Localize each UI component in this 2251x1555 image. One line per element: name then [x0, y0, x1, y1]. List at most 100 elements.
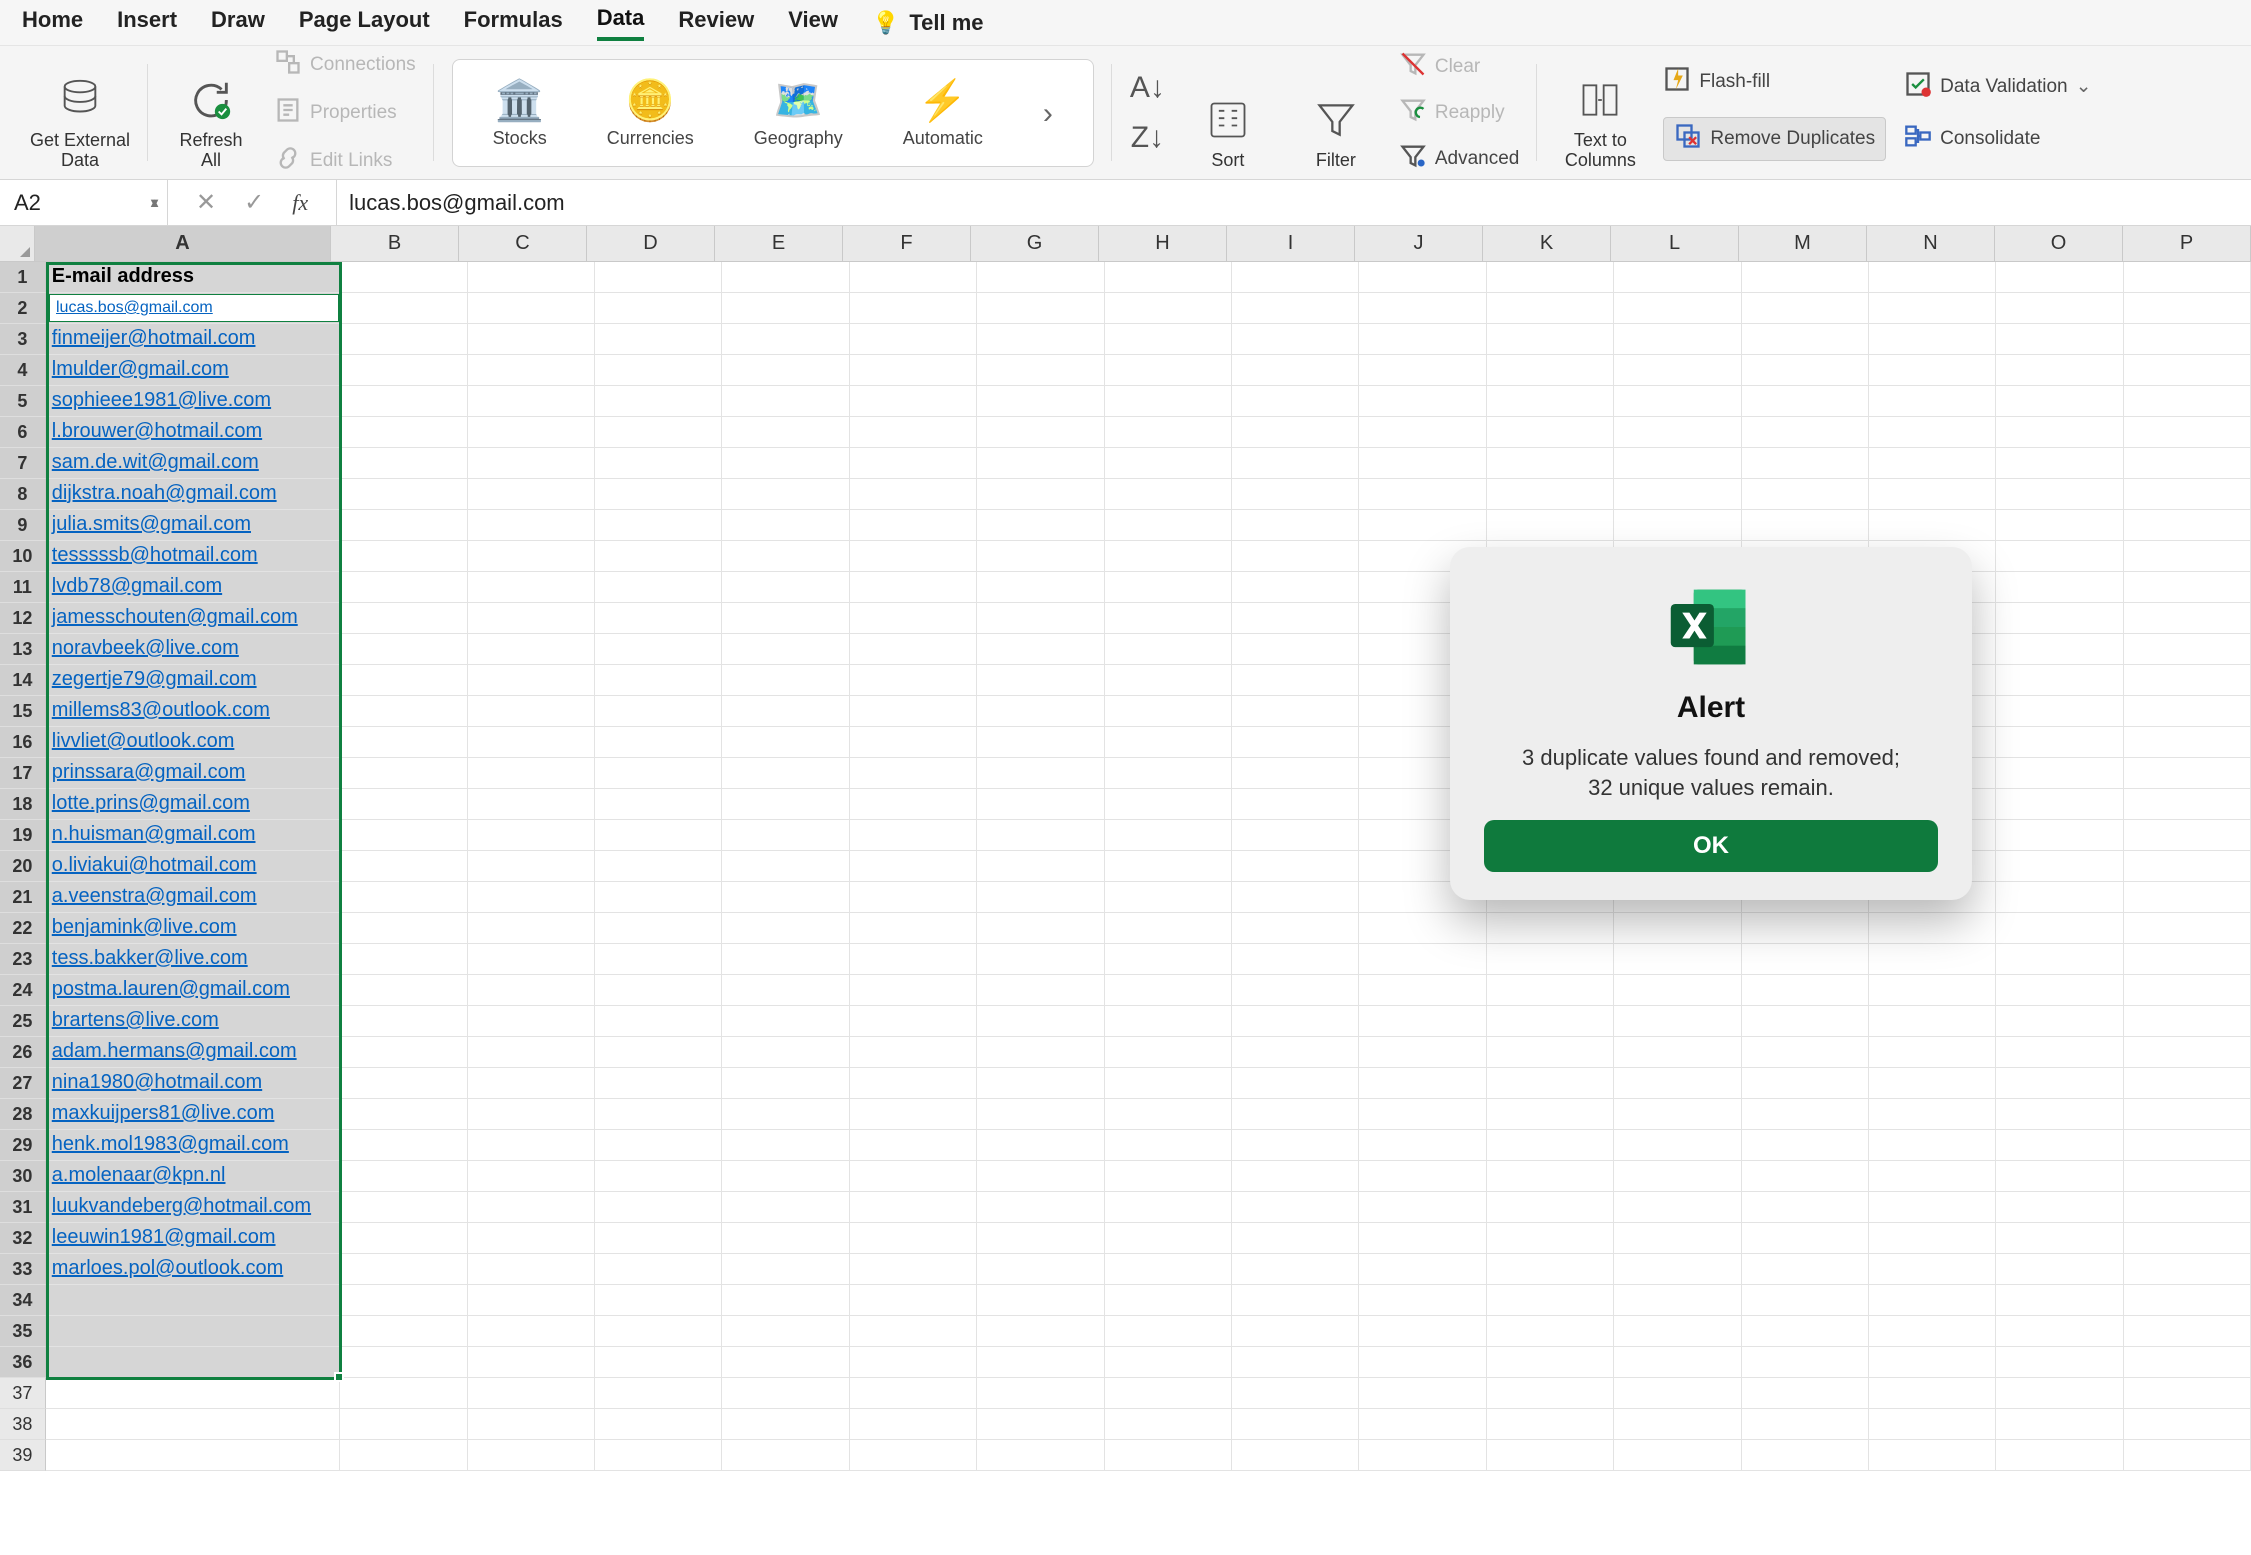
cell[interactable] — [340, 1285, 467, 1316]
refresh-all-button[interactable]: Refresh All — [166, 54, 256, 171]
cell[interactable] — [2124, 820, 2251, 851]
email-link[interactable]: livvliet@outlook.com — [52, 730, 235, 752]
spreadsheet-grid[interactable]: ABCDEFGHIJKLMNOP 1E-mail address2lucas.b… — [0, 226, 2251, 1471]
cell[interactable] — [1232, 1285, 1359, 1316]
cell[interactable]: zegertje79@gmail.com — [46, 665, 340, 696]
cell[interactable] — [468, 479, 595, 510]
cell[interactable] — [468, 262, 595, 293]
cell[interactable] — [2124, 851, 2251, 882]
cell[interactable] — [340, 1130, 467, 1161]
cell[interactable] — [850, 1161, 977, 1192]
cell[interactable] — [595, 944, 722, 975]
cell[interactable] — [1359, 1285, 1486, 1316]
cell[interactable] — [1232, 1254, 1359, 1285]
row-header[interactable]: 25 — [0, 1006, 46, 1037]
cell[interactable] — [595, 355, 722, 386]
cell[interactable] — [850, 1316, 977, 1347]
cell[interactable] — [1614, 1068, 1741, 1099]
cell[interactable] — [2124, 1440, 2251, 1471]
cell[interactable] — [850, 727, 977, 758]
cell[interactable] — [722, 696, 849, 727]
cell[interactable] — [977, 851, 1104, 882]
cell[interactable] — [722, 293, 849, 324]
row-header[interactable]: 19 — [0, 820, 46, 851]
cell[interactable] — [468, 510, 595, 541]
cell[interactable] — [977, 696, 1104, 727]
cell[interactable] — [1232, 541, 1359, 572]
email-link[interactable]: a.molenaar@kpn.nl — [52, 1164, 226, 1186]
cell[interactable] — [1869, 1223, 1996, 1254]
cell[interactable] — [1105, 479, 1232, 510]
cell[interactable] — [2124, 1099, 2251, 1130]
cell[interactable] — [468, 1006, 595, 1037]
cell[interactable]: leeuwin1981@gmail.com — [46, 1223, 340, 1254]
cell[interactable] — [1105, 293, 1232, 324]
cell[interactable] — [2124, 944, 2251, 975]
tab-home[interactable]: Home — [22, 7, 83, 39]
cell[interactable] — [1232, 1316, 1359, 1347]
cell[interactable] — [1996, 1161, 2123, 1192]
cell[interactable] — [1487, 1223, 1614, 1254]
cell[interactable] — [1105, 1037, 1232, 1068]
cell[interactable] — [722, 913, 849, 944]
tab-insert[interactable]: Insert — [117, 7, 177, 39]
cell[interactable] — [722, 727, 849, 758]
cell[interactable] — [1487, 324, 1614, 355]
cell[interactable] — [1742, 975, 1869, 1006]
remove-duplicates-button[interactable]: Remove Duplicates — [1663, 117, 1886, 161]
row-header[interactable]: 37 — [0, 1378, 46, 1409]
cell[interactable] — [722, 1099, 849, 1130]
cell[interactable] — [850, 541, 977, 572]
cell[interactable] — [1487, 262, 1614, 293]
column-header-M[interactable]: M — [1739, 226, 1867, 261]
cell[interactable] — [850, 882, 977, 913]
cell[interactable] — [1742, 913, 1869, 944]
cell[interactable] — [722, 1316, 849, 1347]
chevron-down-icon[interactable]: ⌄ — [2076, 75, 2092, 98]
cell[interactable] — [1742, 1254, 1869, 1285]
tab-formulas[interactable]: Formulas — [464, 7, 563, 39]
cell[interactable] — [340, 789, 467, 820]
accept-formula-icon[interactable]: ✓ — [244, 188, 264, 217]
cell[interactable] — [850, 1409, 977, 1440]
cell[interactable]: jamesschouten@gmail.com — [46, 603, 340, 634]
cell[interactable] — [722, 665, 849, 696]
cell[interactable] — [1742, 1192, 1869, 1223]
cell[interactable] — [1869, 448, 1996, 479]
cell[interactable] — [1869, 1316, 1996, 1347]
cell[interactable]: n.huisman@gmail.com — [46, 820, 340, 851]
cell[interactable] — [722, 603, 849, 634]
cell[interactable] — [722, 1347, 849, 1378]
data-validation-button[interactable]: Data Validation ⌄ — [1904, 70, 2091, 104]
cell[interactable] — [1614, 1037, 1741, 1068]
row-header[interactable]: 16 — [0, 727, 46, 758]
cell[interactable] — [340, 262, 467, 293]
cell[interactable] — [1487, 1006, 1614, 1037]
cell[interactable] — [595, 1223, 722, 1254]
cell[interactable] — [2124, 1068, 2251, 1099]
cell[interactable] — [1996, 789, 2123, 820]
cell[interactable] — [850, 293, 977, 324]
cell[interactable] — [595, 417, 722, 448]
cell[interactable] — [595, 913, 722, 944]
cell[interactable] — [850, 262, 977, 293]
cell[interactable] — [2124, 758, 2251, 789]
cell[interactable] — [1869, 1130, 1996, 1161]
cell[interactable] — [1614, 1378, 1741, 1409]
cell[interactable] — [1742, 1409, 1869, 1440]
cell[interactable] — [977, 634, 1104, 665]
row-header[interactable]: 9 — [0, 510, 46, 541]
cell[interactable] — [2124, 603, 2251, 634]
advanced-filter-button[interactable]: Advanced — [1399, 142, 1520, 176]
cell[interactable] — [850, 944, 977, 975]
row-header[interactable]: 22 — [0, 913, 46, 944]
cell[interactable] — [1742, 510, 1869, 541]
cell[interactable] — [468, 758, 595, 789]
row-header[interactable]: 5 — [0, 386, 46, 417]
cell[interactable] — [722, 882, 849, 913]
cell[interactable] — [1742, 479, 1869, 510]
cell[interactable] — [468, 1409, 595, 1440]
cell[interactable] — [1232, 882, 1359, 913]
cell[interactable] — [1232, 293, 1359, 324]
cell[interactable] — [977, 355, 1104, 386]
